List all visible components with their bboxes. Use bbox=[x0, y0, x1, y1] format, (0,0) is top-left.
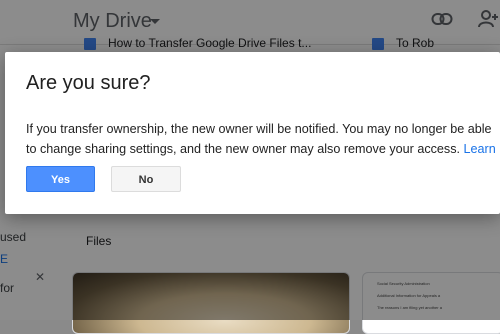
dialog-message-text: If you transfer ownership, the new owner… bbox=[26, 122, 492, 156]
dialog-title: Are you sure? bbox=[26, 72, 151, 94]
yes-button[interactable]: Yes bbox=[26, 166, 95, 192]
no-button[interactable]: No bbox=[111, 166, 181, 192]
dialog-message: If you transfer ownership, the new owner… bbox=[26, 119, 496, 179]
confirm-dialog: Are you sure? If you transfer ownership,… bbox=[5, 52, 500, 214]
